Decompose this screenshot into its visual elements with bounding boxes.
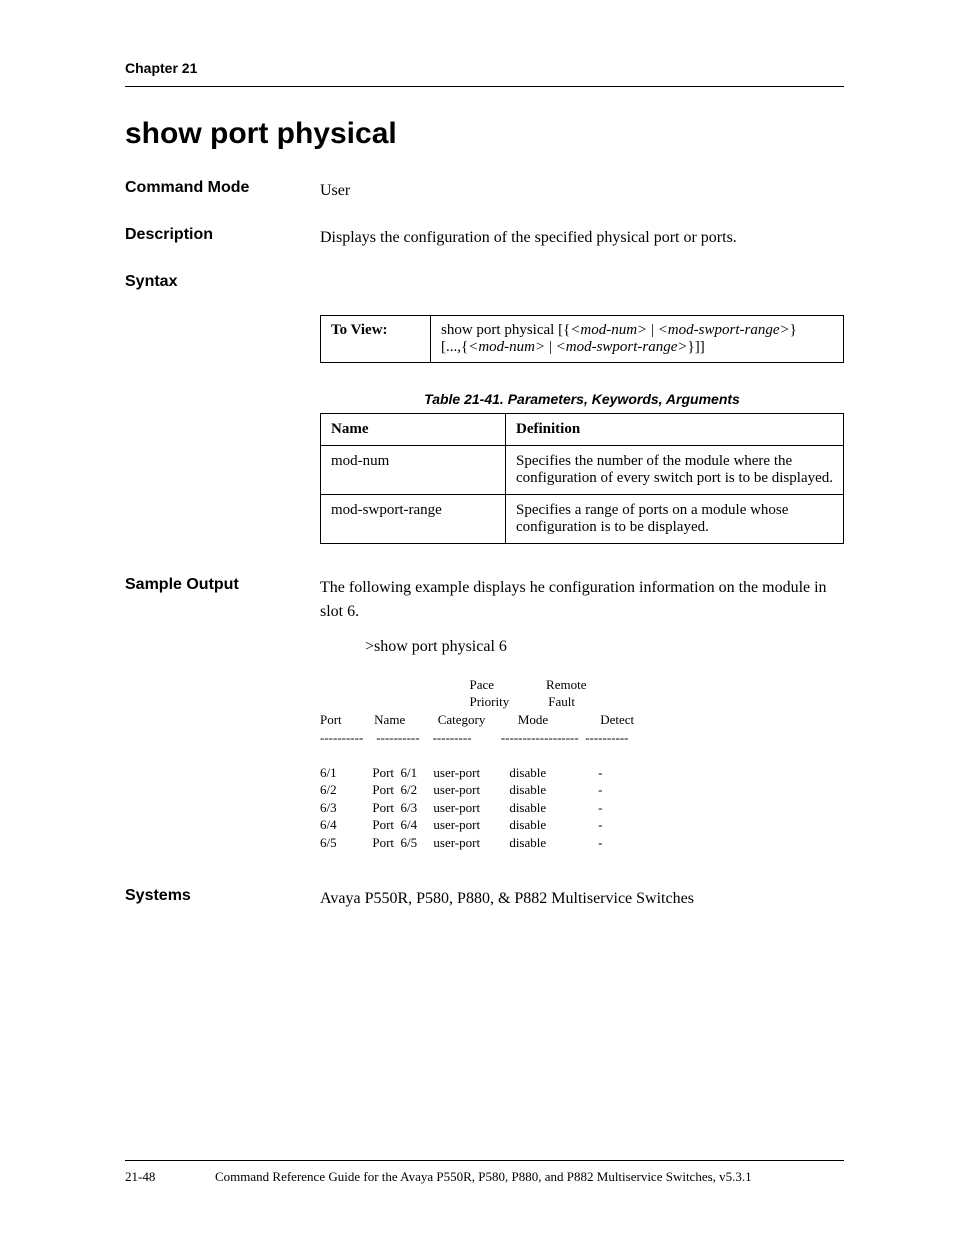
systems-row: Systems Avaya P550R, P580, P880, & P882 … <box>125 887 844 910</box>
sample-output-row: Sample Output The following example disp… <box>125 576 844 851</box>
param-row: mod-swport-range Specifies a range of po… <box>321 495 844 544</box>
param-header-name: Name <box>321 414 506 446</box>
syntax-command-cell: show port physical [{<mod-num> | <mod-sw… <box>431 316 844 363</box>
sample-output-listing: Pace Remote Priority Fault Port Name Cat… <box>320 676 844 851</box>
systems-value: Avaya P550R, P580, P880, & P882 Multiser… <box>320 887 844 910</box>
sample-output-body: The following example displays he config… <box>320 576 844 851</box>
param-name: mod-swport-range <box>321 495 506 544</box>
description-row: Description Displays the configuration o… <box>125 226 844 249</box>
syntax-row: Syntax <box>125 273 844 291</box>
syntax-content: To View: show port physical [{<mod-num> … <box>320 315 844 544</box>
footer-page-number: 21-48 <box>125 1169 215 1185</box>
syntax-arg-mod-swport-range-2: <mod-swport-range> <box>556 339 688 355</box>
param-name: mod-num <box>321 446 506 495</box>
param-header-definition: Definition <box>506 414 844 446</box>
command-mode-value: User <box>320 179 844 202</box>
syntax-sep2: | <box>545 339 556 355</box>
param-definition: Specifies the number of the module where… <box>506 446 844 495</box>
param-row: mod-num Specifies the number of the modu… <box>321 446 844 495</box>
command-mode-label: Command Mode <box>125 179 320 202</box>
param-definition: Specifies a range of ports on a module w… <box>506 495 844 544</box>
sample-output-command: >show port physical 6 <box>365 635 844 658</box>
page-footer: 21-48 Command Reference Guide for the Av… <box>125 1160 844 1185</box>
syntax-line2-prefix: [...,{ <box>441 339 468 355</box>
syntax-body <box>320 273 844 291</box>
syntax-suffix1: } <box>790 322 797 338</box>
sample-output-intro: The following example displays he config… <box>320 576 844 622</box>
systems-label: Systems <box>125 887 320 910</box>
command-mode-row: Command Mode User <box>125 179 844 202</box>
description-label: Description <box>125 226 320 249</box>
chapter-header: Chapter 21 <box>125 60 844 87</box>
syntax-cmd-prefix: show port physical [{ <box>441 322 570 338</box>
syntax-label: Syntax <box>125 273 320 291</box>
description-value: Displays the configuration of the specif… <box>320 226 844 249</box>
syntax-table: To View: show port physical [{<mod-num> … <box>320 315 844 363</box>
syntax-arg-mod-swport-range: <mod-swport-range> <box>658 322 790 338</box>
syntax-to-view-label: To View: <box>321 316 431 363</box>
param-table: Name Definition mod-num Specifies the nu… <box>320 413 844 544</box>
sample-output-label: Sample Output <box>125 576 320 851</box>
page-title: show port physical <box>125 117 844 151</box>
footer-doc-title: Command Reference Guide for the Avaya P5… <box>215 1169 844 1185</box>
syntax-suffix2: }]] <box>688 339 705 355</box>
syntax-sep1: | <box>647 322 658 338</box>
param-table-caption: Table 21-41. Parameters, Keywords, Argum… <box>320 391 844 407</box>
syntax-arg-mod-num: <mod-num> <box>570 322 647 338</box>
syntax-arg-mod-num-2: <mod-num> <box>468 339 545 355</box>
